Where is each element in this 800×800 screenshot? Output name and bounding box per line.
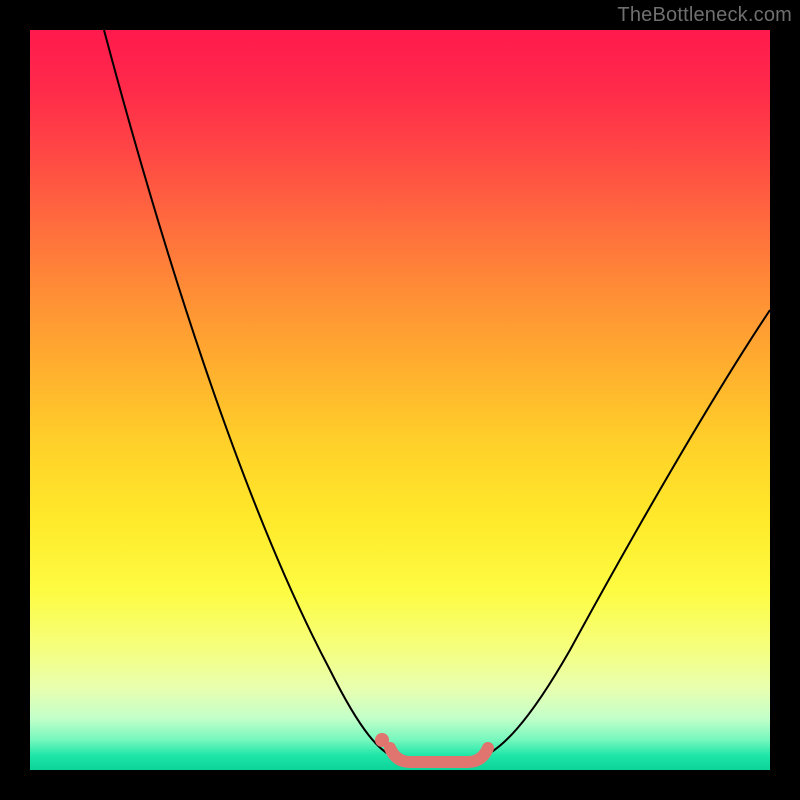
plot-area [30, 30, 770, 770]
bottleneck-curve [104, 30, 770, 760]
chart-svg [30, 30, 770, 770]
watermark-text: TheBottleneck.com [617, 4, 792, 27]
chart-frame: TheBottleneck.com [0, 0, 800, 800]
basin-highlight [390, 748, 488, 762]
